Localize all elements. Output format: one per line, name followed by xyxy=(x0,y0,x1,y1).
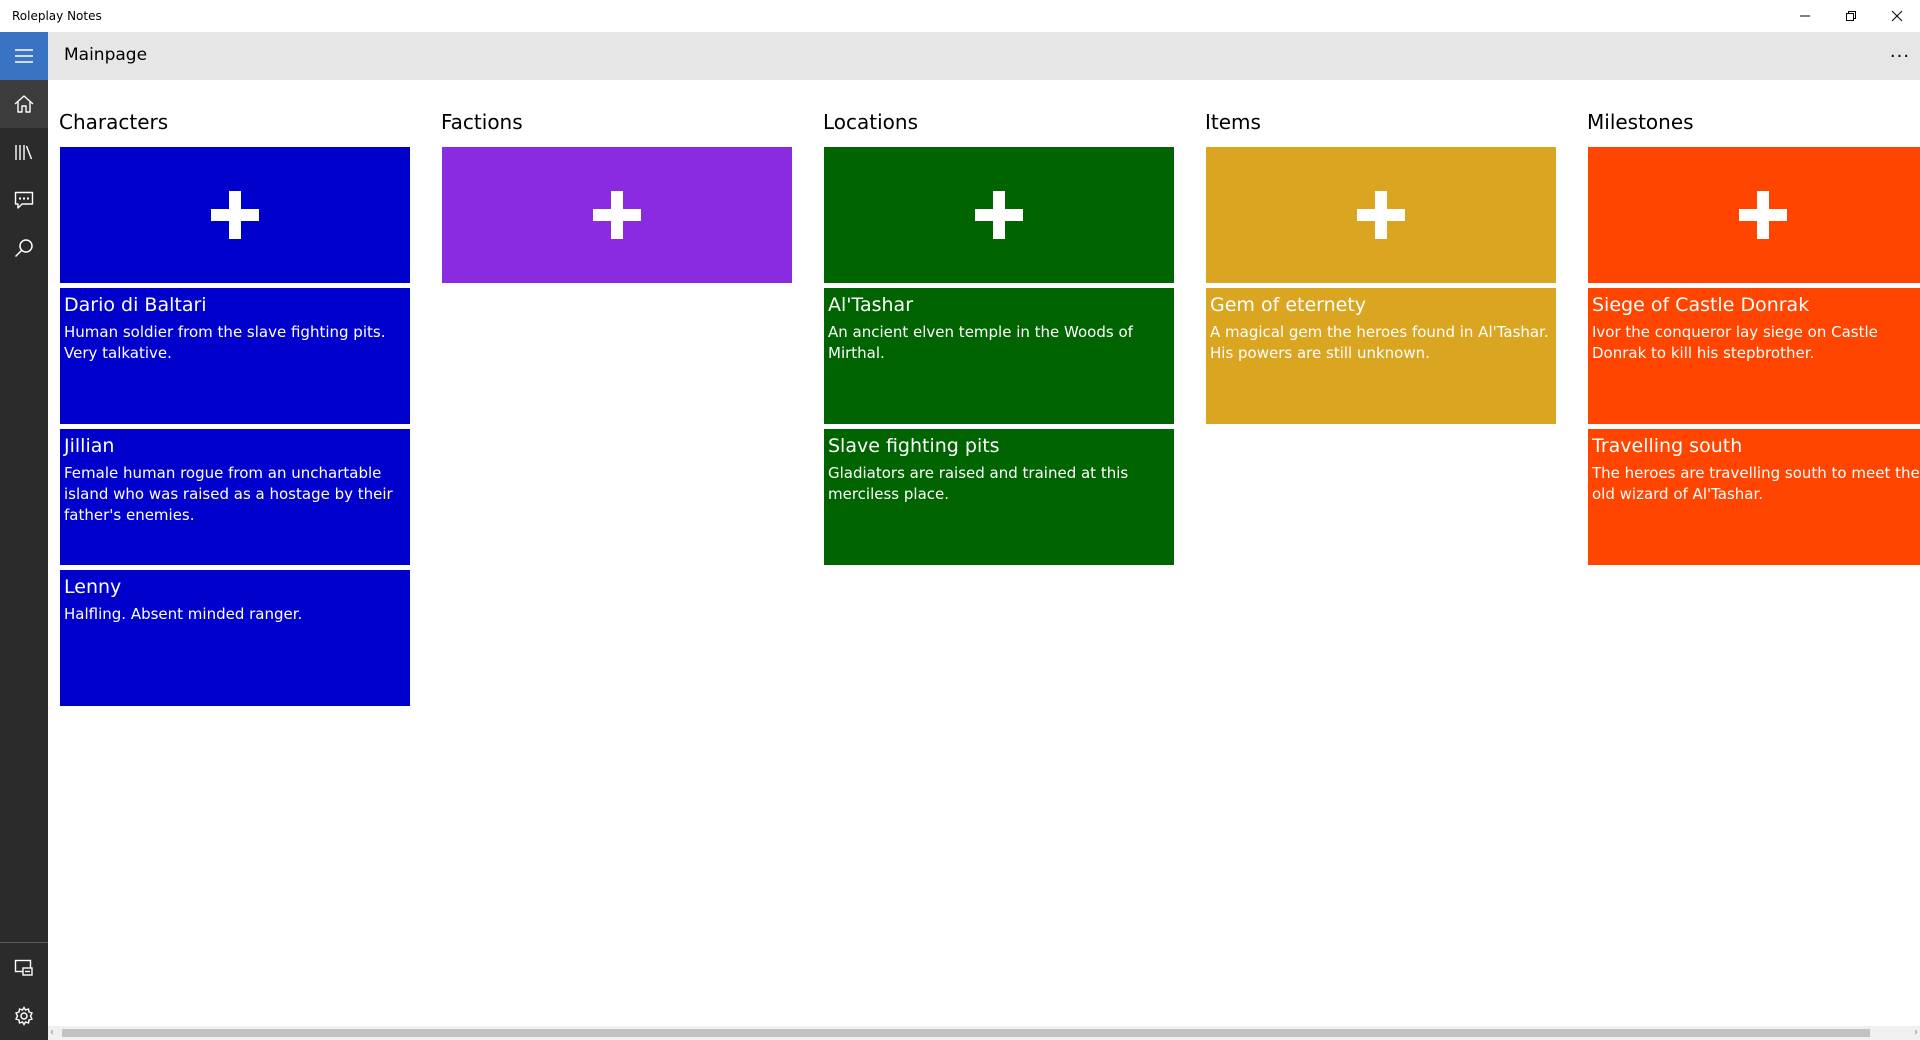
tile-name: Travelling south xyxy=(1592,435,1743,457)
present-icon xyxy=(14,959,33,976)
scroll-right-icon[interactable]: › xyxy=(1914,1027,1918,1038)
gear-icon xyxy=(15,1006,33,1026)
title-bar: Roleplay Notes xyxy=(0,0,1920,32)
page-header: Mainpage ··· xyxy=(48,32,1920,80)
add-character-button[interactable] xyxy=(60,147,410,283)
milestone-tile[interactable]: Travelling south The heroes are travelli… xyxy=(1588,429,1920,565)
library-icon xyxy=(15,145,33,160)
more-options-button[interactable]: ··· xyxy=(1880,32,1920,80)
nav-divider xyxy=(0,942,48,943)
tile-description: Female human rogue from an unchartable i… xyxy=(64,464,393,524)
tile-description: An ancient elven temple in the Woods of … xyxy=(828,323,1133,362)
restore-icon xyxy=(1846,11,1856,21)
add-milestone-button[interactable] xyxy=(1588,147,1920,283)
tile-description: Ivor the conqueror lay siege on Castle D… xyxy=(1592,323,1878,362)
scrollbar-thumb[interactable] xyxy=(62,1029,1870,1037)
add-faction-button[interactable] xyxy=(442,147,792,283)
plus-icon xyxy=(975,191,1023,239)
column-heading: Factions xyxy=(441,110,523,134)
search-icon xyxy=(14,239,33,258)
column-heading: Items xyxy=(1205,110,1261,134)
tile-description: Halfling. Absent minded ranger. xyxy=(64,605,303,623)
column-heading: Milestones xyxy=(1587,110,1694,134)
add-location-button[interactable] xyxy=(824,147,1174,283)
tile-name: Slave fighting pits xyxy=(828,435,1000,457)
plus-icon xyxy=(1357,191,1405,239)
column-heading: Locations xyxy=(823,110,919,134)
main-content: Characters Dario di Baltari Human soldie… xyxy=(48,80,1920,1026)
item-tile[interactable]: Gem of eternety A magical gem the heroes… xyxy=(1206,288,1556,424)
hamburger-button[interactable] xyxy=(0,32,48,80)
page-title: Mainpage xyxy=(64,45,148,65)
home-icon xyxy=(14,95,34,113)
plus-icon xyxy=(211,191,259,239)
minimize-icon xyxy=(1800,15,1810,17)
tile-description: Gladiators are raised and trained at thi… xyxy=(828,464,1129,503)
app-title: Roleplay Notes xyxy=(12,9,102,23)
hamburger-icon xyxy=(15,49,33,63)
nav-item-home[interactable] xyxy=(0,80,48,128)
navigation-pane xyxy=(0,32,48,1040)
milestone-tile[interactable]: Siege of Castle Donrak Ivor the conquero… xyxy=(1588,288,1920,424)
nav-item-library[interactable] xyxy=(0,128,48,176)
restore-button[interactable] xyxy=(1828,0,1874,32)
nav-item-comments[interactable] xyxy=(0,176,48,224)
add-item-button[interactable] xyxy=(1206,147,1556,283)
plus-icon xyxy=(593,191,641,239)
tile-name: Siege of Castle Donrak xyxy=(1592,294,1810,316)
horizontal-scrollbar[interactable]: ‹ › xyxy=(48,1026,1920,1040)
minimize-button[interactable] xyxy=(1782,0,1828,32)
tile-description: The heroes are travelling south to meet … xyxy=(1592,464,1920,503)
scroll-left-icon[interactable]: ‹ xyxy=(50,1027,54,1038)
close-icon xyxy=(1891,10,1903,22)
column-heading: Characters xyxy=(59,110,169,134)
tile-description: Human soldier from the slave fighting pi… xyxy=(64,323,386,362)
character-tile[interactable]: Dario di Baltari Human soldier from the … xyxy=(60,288,410,424)
tile-name: Al'Tashar xyxy=(828,294,913,316)
nav-item-search[interactable] xyxy=(0,224,48,272)
location-tile[interactable]: Al'Tashar An ancient elven temple in the… xyxy=(824,288,1174,424)
nav-item-present[interactable] xyxy=(0,944,48,992)
nav-item-settings[interactable] xyxy=(0,992,48,1040)
comment-icon xyxy=(14,191,34,209)
tile-name: Gem of eternety xyxy=(1210,294,1367,316)
location-tile[interactable]: Slave fighting pits Gladiators are raise… xyxy=(824,429,1174,565)
character-tile[interactable]: Jillian Female human rogue from an uncha… xyxy=(60,429,410,565)
character-tile[interactable]: Lenny Halfling. Absent minded ranger. xyxy=(60,570,410,706)
close-button[interactable] xyxy=(1874,0,1920,32)
tile-name: Jillian xyxy=(64,435,115,457)
tile-description: A magical gem the heroes found in Al'Tas… xyxy=(1210,323,1549,362)
tile-name: Dario di Baltari xyxy=(64,294,207,316)
plus-icon xyxy=(1739,191,1787,239)
tile-name: Lenny xyxy=(64,576,122,598)
